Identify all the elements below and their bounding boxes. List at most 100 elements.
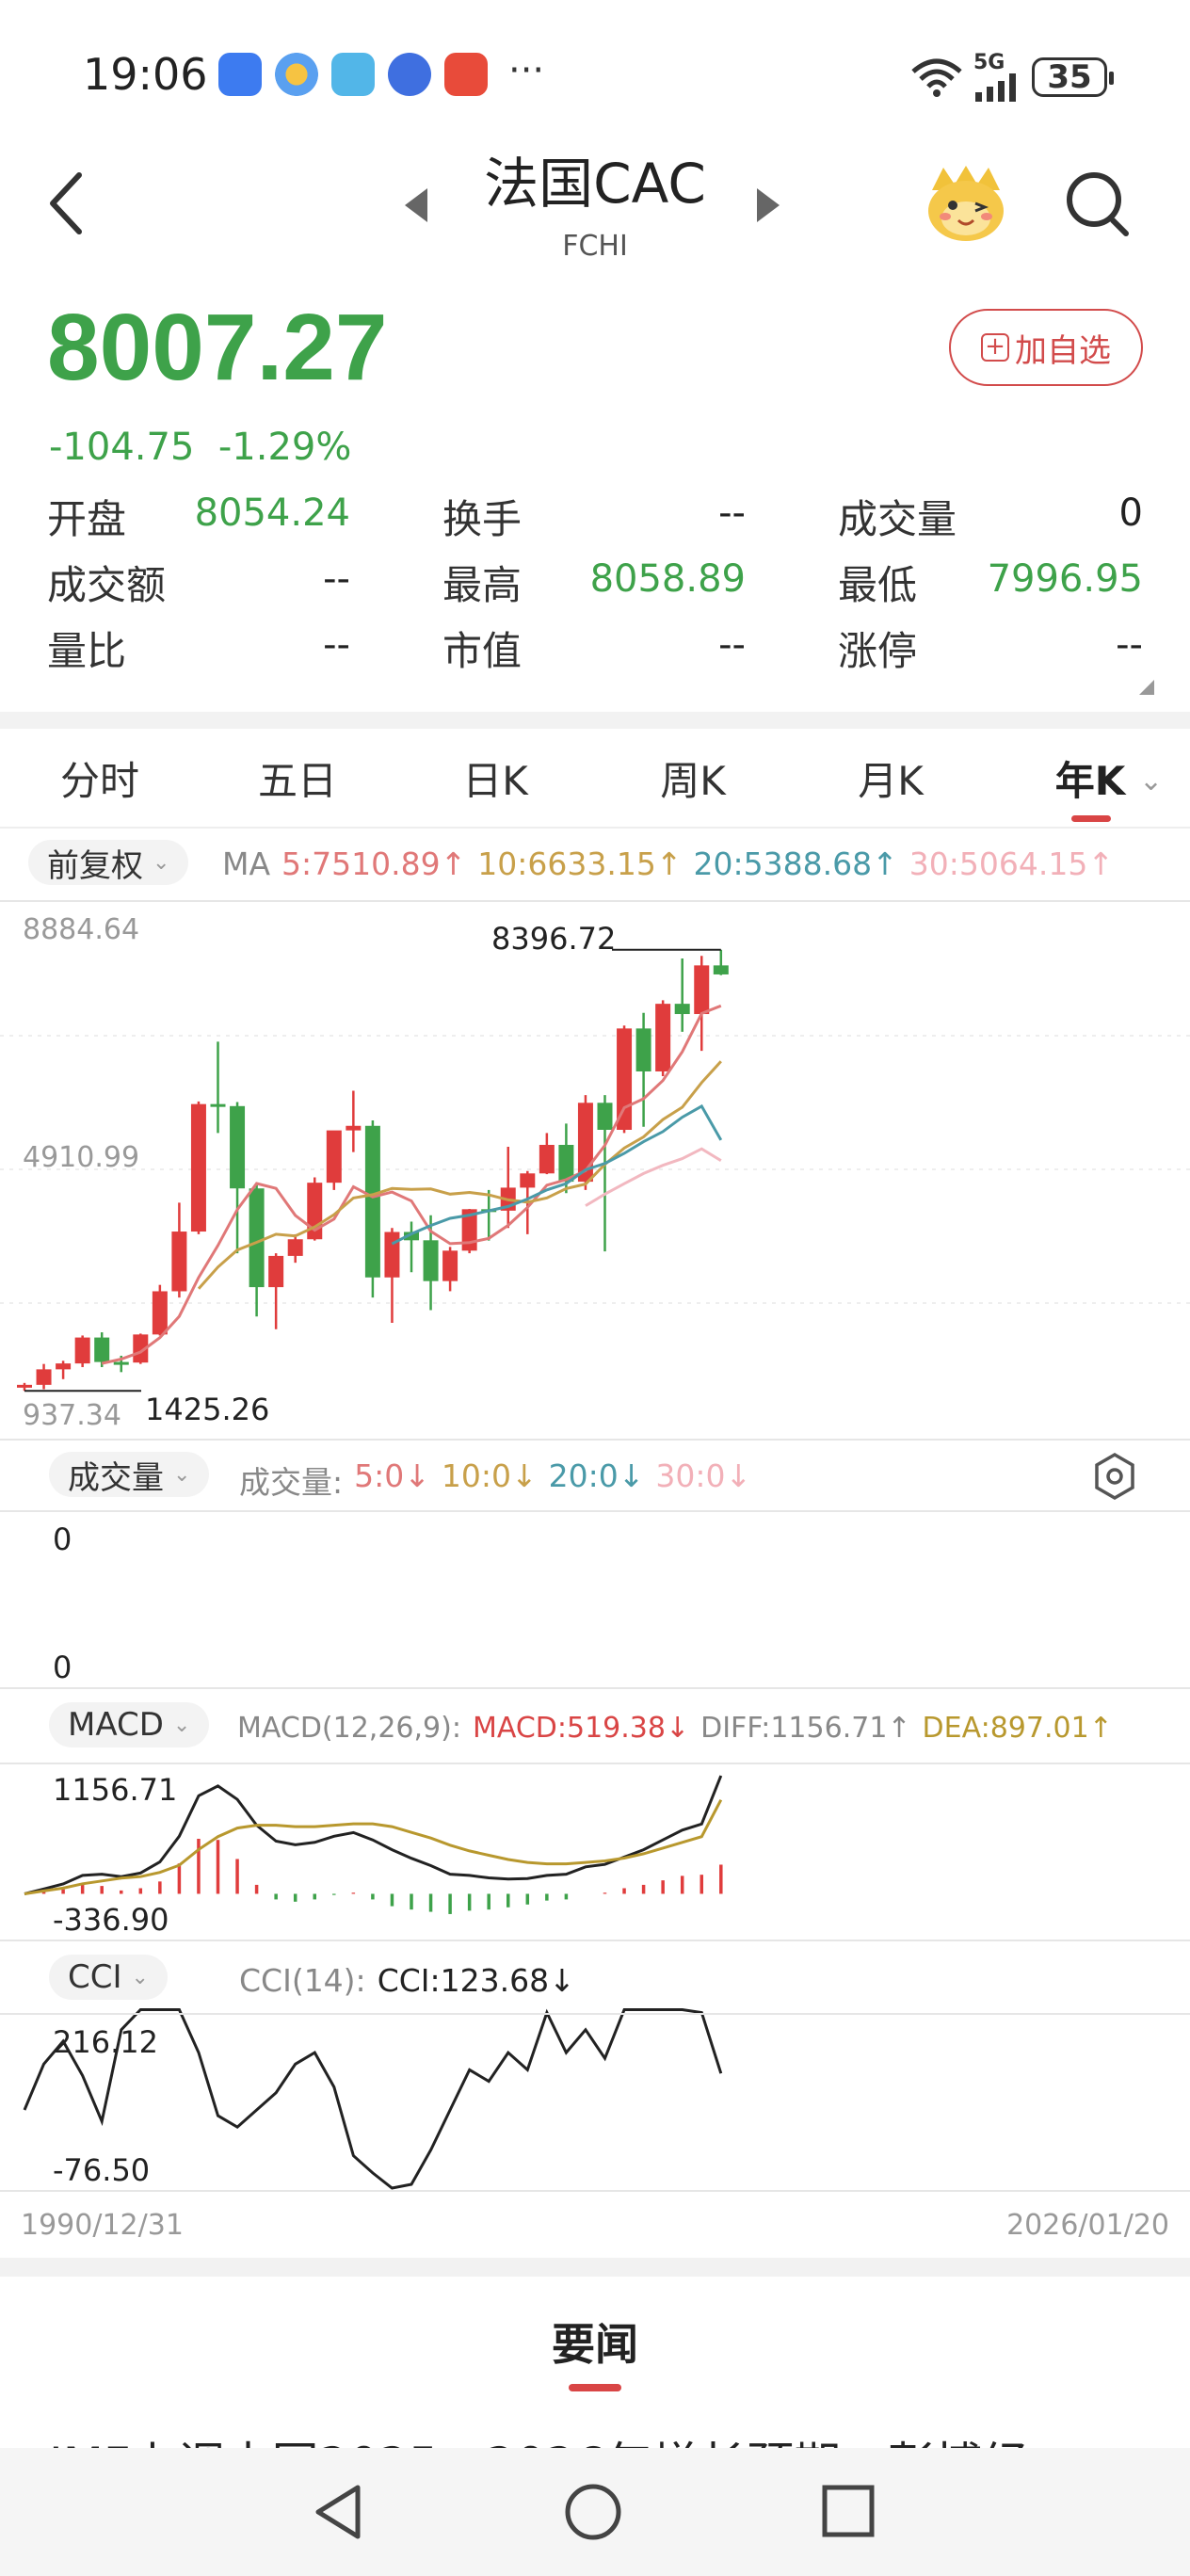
volume-legend: 成交量: 5:0↓ 10:0↓ 20:0↓ 30:0↓ (239, 1457, 751, 1503)
chart-divider (0, 1439, 1190, 1441)
wifi-icon (911, 58, 962, 97)
dea-value: DEA:897.01↑ (922, 1712, 1113, 1745)
stat-value: 8054.24 (194, 491, 350, 535)
volume-selector[interactable]: 成交量 ⌄ (49, 1452, 210, 1497)
tab-five-day[interactable]: 五日 (213, 749, 382, 807)
pinwheel-app-icon (275, 53, 318, 96)
stat-open: 开盘 (47, 488, 126, 545)
ma-legend: MA 5:7510.89↑ 10:6633.15↑ 20:5388.68↑ 30… (222, 845, 1114, 882)
active-tab-indicator (1071, 815, 1111, 822)
price-change: -104.75 -1.29% (49, 426, 351, 469)
kline-axis-mid: 4910.99 (23, 1141, 140, 1174)
status-app-icons (218, 53, 488, 96)
chart-bottom-border (0, 2190, 1190, 2192)
kline-axis-top: 8884.64 (23, 913, 140, 946)
candle-body (326, 1130, 342, 1183)
settings-icon[interactable] (1092, 1452, 1137, 1501)
stat-value: -- (323, 623, 350, 667)
news-section-title[interactable]: 要闻 (0, 2310, 1190, 2373)
nav-home-icon[interactable] (563, 2482, 623, 2542)
candle-body (597, 1103, 613, 1130)
stat-value: -- (323, 557, 350, 601)
stat-low: 最低 (838, 554, 917, 611)
stat-value: -- (1116, 623, 1143, 667)
macd-legend: MACD(12,26,9): MACD:519.38↓ DIFF:1156.71… (237, 1712, 1113, 1745)
macd-axis-bottom: -336.90 (53, 1902, 169, 1938)
nav-recents-icon[interactable] (821, 2484, 876, 2538)
date-end: 2026/01/20 (1006, 2209, 1169, 2242)
candle-body (617, 1028, 633, 1130)
nav-back-icon[interactable] (311, 2482, 367, 2542)
planet-app-icon (388, 53, 431, 96)
stat-label: 换手 (442, 496, 523, 542)
current-price: 8007.27 (47, 295, 388, 400)
ma5-value: 5:7510.89↑ (281, 845, 467, 882)
candle-body (171, 1232, 187, 1292)
chart-divider (0, 1763, 1190, 1764)
candle-body (74, 1337, 90, 1364)
adjust-label: 前复权 (47, 846, 143, 885)
tab-divider (0, 827, 1190, 829)
vol10-value: 10:0↓ (441, 1457, 538, 1494)
battery-icon: 35 (1032, 57, 1114, 97)
candle-body (539, 1144, 555, 1174)
mascot-icon[interactable] (923, 162, 1009, 243)
next-index-arrow-icon[interactable] (757, 188, 780, 222)
stat-turnover-rate: 换手 (442, 488, 522, 545)
cci-selector[interactable]: CCI ⌄ (49, 1955, 168, 2000)
stat-value: -- (718, 491, 746, 535)
system-nav-bar (0, 2448, 1190, 2576)
section-divider (0, 712, 1190, 729)
candle-body (94, 1337, 110, 1362)
status-indicators: 5G 35 (909, 53, 1114, 102)
vol5-value: 5:0↓ (354, 1457, 430, 1494)
kline-chart[interactable] (0, 902, 1190, 2252)
macd-selector[interactable]: MACD ⌄ (49, 1702, 210, 1747)
candle-body (713, 965, 729, 974)
ma10-value: 10:6633.15↑ (477, 845, 683, 882)
stat-volume: 成交量 (838, 488, 957, 545)
volume-axis-top: 0 (53, 1521, 72, 1557)
candle-body (364, 1125, 380, 1278)
macd-value: MACD:519.38↓ (472, 1712, 690, 1745)
add-favorite-label: 加自选 (1015, 331, 1111, 370)
expand-corner-icon[interactable] (1139, 680, 1154, 695)
chart-divider (0, 1510, 1190, 1512)
cci-selector-label: CCI (68, 1958, 122, 1996)
macd-selector-label: MACD (68, 1706, 164, 1744)
plus-icon: + (981, 333, 1009, 362)
add-favorite-button[interactable]: + 加自选 (949, 309, 1143, 386)
tab-weekly-k[interactable]: 周K (608, 749, 778, 807)
chevron-down-icon: ⌄ (153, 850, 170, 875)
chevron-down-icon: ⌄ (173, 1462, 191, 1487)
search-icon[interactable] (1062, 166, 1132, 241)
candle-body (268, 1255, 284, 1288)
candle-body (384, 1232, 400, 1278)
tab-monthly-k[interactable]: 月K (806, 749, 975, 807)
macd-dea-line (24, 1799, 723, 1895)
tab-daily-k[interactable]: 日K (410, 749, 580, 807)
change-value: -104.75 (49, 426, 195, 469)
chevron-down-icon[interactable]: ⌄ (1139, 765, 1163, 797)
cci-value: CCI:123.68↓ (377, 1962, 575, 1999)
tab-intraday[interactable]: 分时 (15, 749, 185, 807)
stat-limit-up: 涨停 (838, 620, 917, 677)
stat-label: 成交量 (838, 496, 957, 542)
candle-body (442, 1250, 458, 1281)
candle-body (287, 1239, 303, 1256)
ma30-value: 30:5064.15↑ (909, 845, 1114, 882)
min-price-label: 1425.26 (145, 1392, 270, 1427)
vol20-value: 20:0↓ (548, 1457, 645, 1494)
max-price-label: 8396.72 (491, 921, 617, 957)
cci-axis-bottom: -76.50 (53, 2152, 151, 2188)
date-start: 1990/12/31 (21, 2209, 184, 2242)
candle-body (674, 1004, 690, 1015)
book-app-icon (331, 53, 375, 96)
adjust-selector[interactable]: 前复权 ⌄ (28, 840, 189, 885)
candle-body (635, 1028, 651, 1071)
vol30-value: 30:0↓ (655, 1457, 752, 1494)
page-title: 法国CAC (484, 152, 706, 216)
volume-label: 成交量: (239, 1464, 344, 1501)
cci-params: CCI(14): (239, 1962, 366, 1999)
stat-high: 最高 (442, 554, 522, 611)
